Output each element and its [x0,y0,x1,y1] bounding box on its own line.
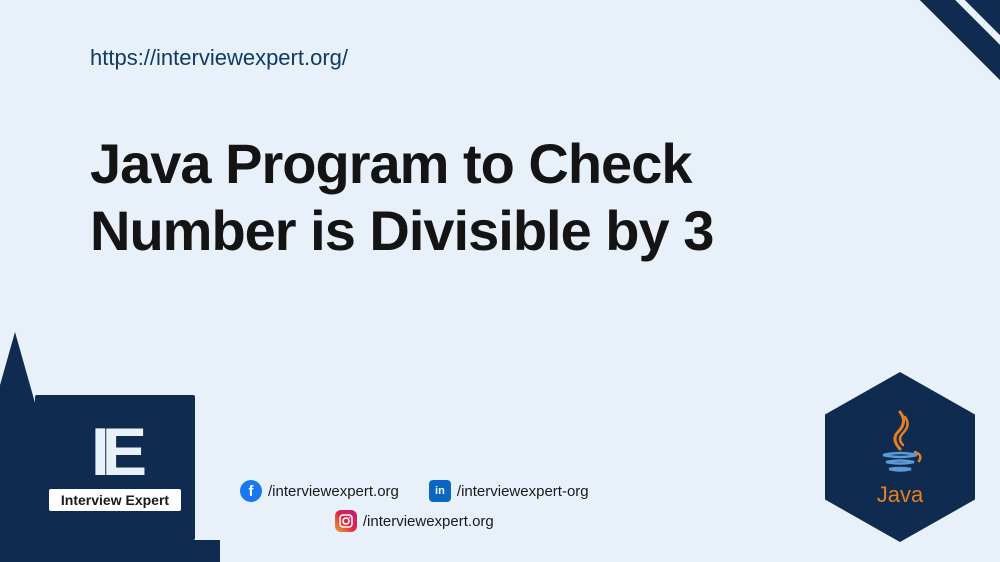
decorative-stripes [800,0,1000,100]
instagram-icon [335,510,357,532]
site-url[interactable]: https://interviewexpert.org/ [90,45,348,71]
facebook-link[interactable]: f /interviewexpert.org [240,480,399,502]
title-line-2: Number is Divisible by 3 [90,197,713,264]
linkedin-icon: in [429,480,451,502]
instagram-link[interactable]: /interviewexpert.org [335,510,494,532]
decorative-bar [0,540,220,562]
logo-initials: IE [91,424,139,482]
page-title: Java Program to Check Number is Divisibl… [90,130,713,264]
linkedin-link[interactable]: in /interviewexpert-org [429,480,589,502]
social-links-container: f /interviewexpert.org in /interviewexpe… [240,480,589,532]
site-logo: IE Interview Expert [35,395,195,540]
java-label: Java [877,482,923,508]
java-logo-icon [873,407,928,477]
instagram-handle: /interviewexpert.org [363,513,494,530]
facebook-handle: /interviewexpert.org [268,483,399,500]
facebook-icon: f [240,480,262,502]
hexagon-shape: Java [825,372,975,542]
social-row-2: /interviewexpert.org [335,510,494,532]
java-badge: Java [825,372,975,542]
social-row-1: f /interviewexpert.org in /interviewexpe… [240,480,589,502]
stripe-2 [858,0,1000,115]
title-line-1: Java Program to Check [90,130,713,197]
logo-name: Interview Expert [49,489,181,511]
linkedin-handle: /interviewexpert-org [457,483,589,500]
